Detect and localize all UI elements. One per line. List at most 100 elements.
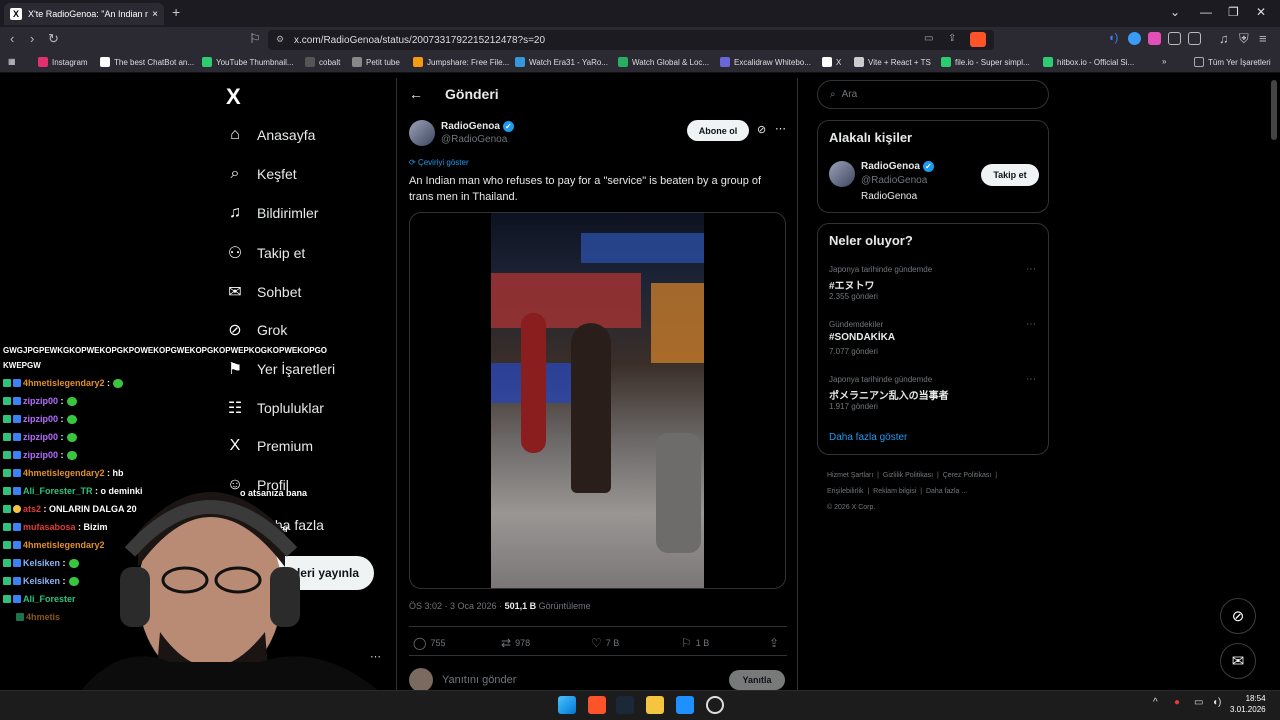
subscribe-button[interactable]: Abone ol (687, 120, 749, 141)
bookmark-petit-tube[interactable]: Petit tube (352, 57, 400, 67)
menu-icon[interactable]: ≡ (1259, 31, 1267, 46)
translate-link[interactable]: ⟳ Çeviriyi göster (409, 158, 469, 167)
sidebar-item-explore[interactable]: ⌕ Keşfet (226, 165, 297, 183)
apps-grid-icon[interactable]: ▦ (8, 57, 16, 66)
sidebar-item-home[interactable]: ⌂ Anasayfa (226, 126, 315, 144)
tab-search-icon[interactable]: ⌄ (1170, 5, 1180, 19)
reply-button[interactable]: Yanıtla (729, 670, 785, 690)
maximize-icon[interactable]: ❐ (1228, 5, 1239, 19)
bookmark-excalidraw[interactable]: Excalidraw Whitebo... (720, 57, 811, 67)
bookmark-instagram[interactable]: Instagram (38, 57, 88, 67)
tab-close-icon[interactable]: × (152, 9, 158, 20)
video-frame[interactable] (491, 213, 704, 588)
person-handle[interactable]: @RadioGenoa (861, 175, 927, 186)
music-icon[interactable]: ♫ (1219, 31, 1229, 46)
volume-icon[interactable]: ◖) (1212, 697, 1221, 708)
footer-link-privacy[interactable]: Gizlilik Politikası (883, 472, 933, 479)
avatar[interactable] (829, 161, 855, 187)
trend-name[interactable]: ポメラニアン乱入の当事者 (829, 387, 949, 402)
extension-box-icon[interactable] (1188, 32, 1201, 45)
grok-icon[interactable]: ⊘ (757, 123, 766, 136)
bookmark-era31[interactable]: Watch Era31 - YaRo... (515, 57, 608, 67)
bookmark-x[interactable]: X (822, 57, 841, 67)
search-input[interactable]: ⌕ Ara (817, 80, 1049, 109)
reply-input[interactable]: Yanıtını gönder (442, 674, 516, 686)
trend-more-icon[interactable]: ⋯ (1026, 264, 1036, 275)
like-action[interactable]: ♡ 7 B (591, 636, 619, 650)
follow-button[interactable]: Takip et (981, 164, 1039, 186)
author-handle[interactable]: @RadioGenoa (441, 134, 507, 145)
extension-vpn-icon[interactable] (1128, 32, 1141, 45)
bookmark-fileio[interactable]: file.io - Super simpl... (941, 57, 1030, 67)
back-arrow-icon[interactable]: ← (409, 86, 423, 102)
bookmark-cobalt[interactable]: cobalt (305, 57, 340, 67)
footer-link-accessibility[interactable]: Erişilebilirlik (827, 488, 864, 495)
scrollbar[interactable] (1271, 80, 1277, 140)
repost-action[interactable]: ⇄ 978 (501, 636, 530, 650)
footer-link-ads[interactable]: Reklam bilgisi (873, 488, 916, 495)
reply-action[interactable]: ◯ 755 (413, 636, 445, 650)
site-info-icon[interactable]: ⚙ (276, 34, 284, 45)
cast-icon[interactable]: ▭ (924, 33, 933, 44)
address-bar[interactable]: ⚙ x.com/RadioGenoa/status/20073317922152… (268, 30, 994, 50)
all-bookmarks[interactable]: Tüm Yer İşaretleri (1194, 57, 1271, 67)
grok-fab-icon[interactable]: ⊘ (1220, 598, 1256, 634)
bookmark-chatbot[interactable]: The best ChatBot an... (100, 57, 194, 67)
avatar[interactable] (409, 120, 435, 146)
steam-icon[interactable] (616, 696, 634, 714)
trend-more-icon[interactable]: ⋯ (1026, 319, 1036, 330)
trend-more-icon[interactable]: ⋯ (1026, 374, 1036, 385)
footer-link-cookies[interactable]: Çerez Politikası (943, 472, 992, 479)
sidebar-item-chat[interactable]: ✉ Sohbet (226, 282, 301, 302)
bookmark-hitbox[interactable]: hitbox.io - Official Si... (1043, 57, 1134, 67)
trends-title: Neler oluyor? (829, 233, 913, 248)
network-icon[interactable]: ▭ (1194, 697, 1203, 708)
store-icon[interactable] (676, 696, 694, 714)
footer-link-terms[interactable]: Hizmet Şartları (827, 472, 873, 479)
reload-icon[interactable]: ↻ (48, 31, 59, 47)
obs-icon[interactable] (706, 696, 724, 714)
messages-fab-icon[interactable]: ✉ (1220, 643, 1256, 679)
windows-start-icon[interactable] (558, 696, 576, 714)
sidebar-item-grok[interactable]: ⊘ Grok (226, 320, 287, 340)
bookmark-jumpshare[interactable]: Jumpshare: Free File... (413, 57, 509, 67)
x-logo-icon[interactable]: X (226, 84, 241, 110)
bookmark-youtube-thumbnail[interactable]: YouTube Thumbnail... (202, 57, 294, 67)
trend-name[interactable]: #SONDAKİKA (829, 332, 895, 343)
clock[interactable]: 18:54 3.01.2026 (1230, 693, 1266, 715)
bookmark-watch-global[interactable]: Watch Global & Loc... (618, 57, 709, 67)
bookmark-vite[interactable]: Vite + React + TS (854, 57, 931, 67)
bookmark-page-icon[interactable]: ⚐ (249, 31, 261, 47)
mic-icon[interactable]: ● (1174, 697, 1180, 708)
sidebar-item-notifications[interactable]: ♫ Bildirimler (226, 204, 318, 222)
more-options-icon[interactable]: ⋯ (775, 122, 786, 135)
author-name-row[interactable]: RadioGenoa ✓ (441, 121, 514, 132)
tweet-text: An Indian man who refuses to pay for a "… (409, 175, 762, 203)
extension-pink-icon[interactable] (1148, 32, 1161, 45)
minimize-icon[interactable]: — (1200, 5, 1212, 19)
share-icon[interactable]: ⇪ (948, 33, 956, 44)
active-tab[interactable]: X X'te RadioGenoa: "An Indian m × (4, 3, 164, 25)
chat-more-icon[interactable]: ⋯ (370, 650, 381, 663)
tray-chevron-icon[interactable]: ^ (1153, 697, 1158, 708)
bookmark-action[interactable]: ⚐ 1 B (681, 636, 709, 650)
brave-shield-icon[interactable] (970, 32, 986, 47)
file-explorer-icon[interactable] (646, 696, 664, 714)
extension-puzzle-icon[interactable] (1168, 32, 1181, 45)
shield-icon[interactable]: ⛨ (1239, 31, 1249, 47)
tweet-video[interactable] (409, 212, 786, 589)
brave-browser-icon[interactable] (588, 696, 606, 714)
trend-name[interactable]: #エヌトワ (829, 277, 875, 292)
tweet-meta: ÖS 3:02 · 3 Oca 2026 · 501,1 B Görüntüle… (409, 601, 591, 611)
person-name-row[interactable]: RadioGenoa ✓ (861, 161, 934, 172)
extension-audio-icon[interactable]: ◖) (1108, 32, 1121, 45)
show-more-link[interactable]: Daha fazla göster (829, 432, 907, 443)
forward-icon[interactable]: › (30, 31, 34, 46)
close-window-icon[interactable]: ✕ (1256, 5, 1266, 19)
sidebar-item-follow[interactable]: ⚇ Takip et (226, 243, 305, 263)
new-tab-button[interactable]: + (172, 4, 180, 20)
share-action[interactable]: ⇪ (769, 636, 783, 650)
footer-link-more[interactable]: Daha fazla ... (926, 488, 967, 495)
back-icon[interactable]: ‹ (10, 31, 14, 46)
bookmarks-overflow-icon[interactable]: » (1162, 57, 1166, 66)
